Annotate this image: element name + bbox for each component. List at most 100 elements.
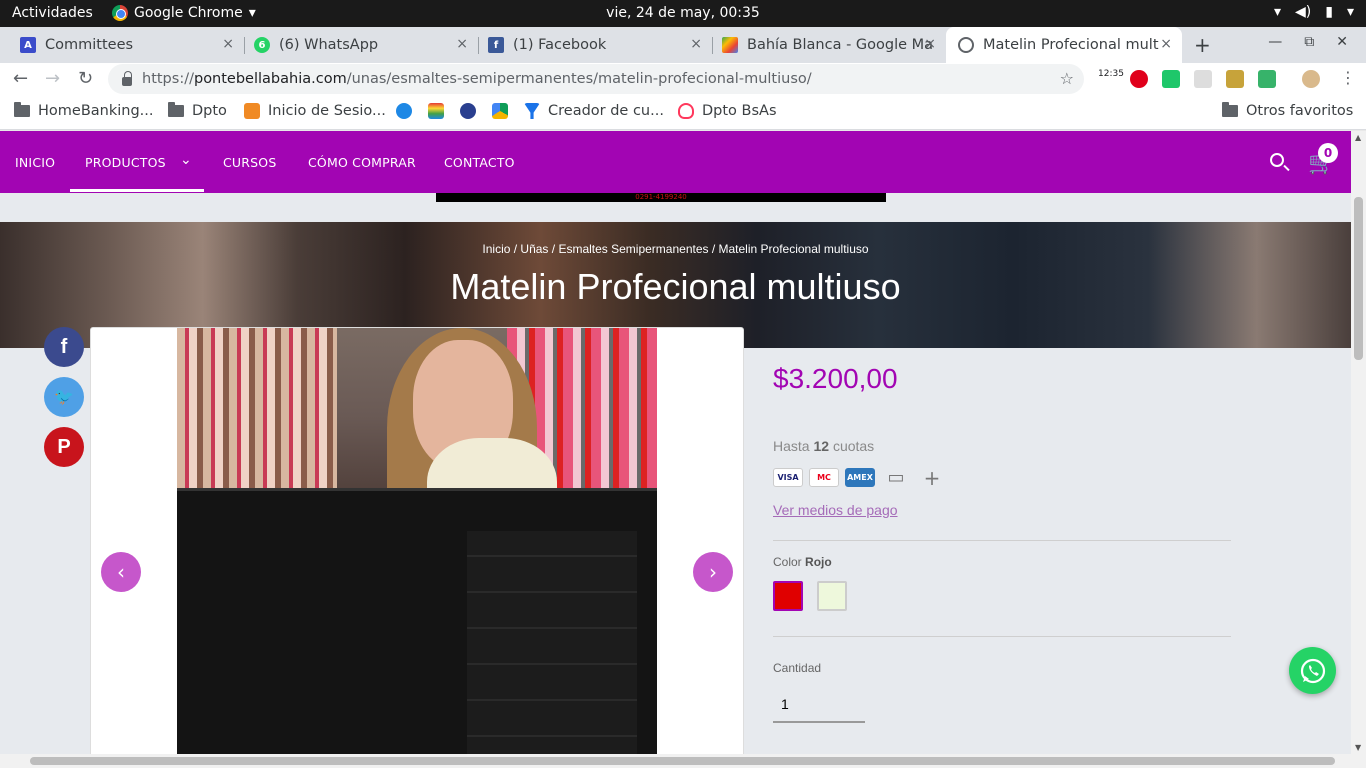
scroll-thumb[interactable] — [1354, 197, 1363, 360]
chevron-down-icon: ▾ — [1346, 4, 1354, 20]
color-selected-value: Rojo — [805, 555, 832, 569]
next-image-button[interactable]: › — [693, 552, 733, 592]
bookmark-dpto[interactable]: Dpto — [168, 102, 227, 119]
tab-matelin[interactable]: Matelin Profecional mult × — [946, 27, 1182, 63]
address-bar[interactable]: https:// pontebellabahia.com /unas/esmal… — [108, 64, 1084, 94]
minimize-icon[interactable]: — — [1268, 34, 1282, 50]
stripes-icon — [428, 103, 444, 119]
product-image[interactable] — [177, 328, 657, 754]
page-title: Matelin Profecional multiuso — [450, 266, 901, 307]
vertical-scrollbar[interactable]: ▲ ▼ — [1351, 131, 1366, 754]
bookmark-label: HomeBanking... — [38, 103, 154, 119]
extension-icon[interactable] — [1162, 70, 1180, 88]
nav-active-underline — [70, 189, 204, 192]
folder-icon — [168, 102, 184, 117]
horizontal-scrollbar[interactable] — [0, 754, 1366, 768]
chevron-left-icon: ‹ — [117, 560, 125, 584]
share-pinterest-button[interactable]: P — [44, 427, 84, 467]
lock-icon — [122, 70, 132, 86]
forward-button[interactable]: → — [45, 68, 60, 89]
extension-icon[interactable] — [1194, 70, 1212, 88]
shield-icon — [396, 103, 412, 119]
color-swatch-rojo[interactable] — [773, 581, 803, 611]
extension-icon[interactable] — [1226, 70, 1244, 88]
close-icon[interactable]: × — [456, 36, 468, 52]
scroll-thumb[interactable] — [30, 757, 1335, 765]
url-scheme: https:// — [142, 71, 194, 87]
close-window-icon[interactable]: ✕ — [1336, 34, 1348, 50]
bookmark-creador[interactable]: Creador de cu... — [524, 103, 664, 119]
pinterest-icon: P — [57, 435, 71, 458]
tab-committees[interactable]: A Committees × — [0, 27, 244, 63]
os-top-bar: Actividades Google Chrome ▾ vie, 24 de m… — [0, 0, 1366, 27]
cart-count-badge: 0 — [1318, 143, 1338, 163]
whatsapp-float-button[interactable] — [1289, 647, 1336, 694]
clock[interactable]: vie, 24 de may, 00:35 — [0, 5, 1366, 21]
search-icon[interactable] — [1270, 153, 1284, 167]
nav-inicio[interactable]: INICIO — [15, 155, 55, 170]
twitter-icon: 🐦 — [54, 389, 74, 406]
share-facebook-button[interactable]: f — [44, 327, 84, 367]
nav-como-comprar[interactable]: CÓMO COMPRAR — [308, 155, 416, 170]
whatsapp-icon: 6 — [254, 37, 270, 53]
volume-icon: ◀) — [1295, 4, 1312, 20]
divider — [773, 636, 1231, 637]
bookmark-cv[interactable] — [396, 103, 412, 119]
system-tray[interactable]: ▾ ◀) ▮ ▾ — [1274, 4, 1354, 20]
payment-methods-link[interactable]: Ver medios de pago — [773, 502, 898, 518]
extension-icon[interactable] — [1258, 70, 1276, 88]
restore-icon[interactable]: ⧉ — [1304, 34, 1314, 50]
nav-cursos[interactable]: CURSOS — [223, 155, 276, 170]
close-icon[interactable]: × — [924, 36, 936, 52]
bookmark-label: Inicio de Sesio... — [268, 103, 386, 119]
bookmark-inicio-sesion[interactable]: Inicio de Sesio... — [244, 103, 386, 119]
bookmark-globe[interactable] — [460, 103, 476, 119]
window-controls: — ⧉ ✕ — [1268, 34, 1348, 50]
close-icon[interactable]: × — [1160, 36, 1172, 52]
banner-strip: 0291-4199240 — [436, 193, 886, 202]
bookmark-drive[interactable] — [492, 103, 508, 119]
adblock-icon[interactable] — [1130, 70, 1148, 88]
folder-icon — [14, 102, 30, 117]
tab-whatsapp[interactable]: 6 (6) WhatsApp × — [234, 27, 478, 63]
clock-extension-icon[interactable]: 12:35 — [1098, 70, 1124, 88]
breadcrumb[interactable]: Inicio / Uñas / Esmaltes Semipermanentes… — [0, 242, 1351, 256]
toolbar: ← → ↻ https:// pontebellabahia.com /unas… — [0, 63, 1366, 95]
nav-label: PRODUCTOS — [85, 155, 166, 170]
scroll-up-icon[interactable]: ▲ — [1355, 133, 1361, 142]
installments-text: Hasta 12 cuotas — [773, 438, 874, 454]
tab-facebook[interactable]: f (1) Facebook × — [468, 27, 712, 63]
maps-icon — [722, 37, 738, 53]
bookmark-stripes[interactable] — [428, 103, 444, 119]
quantity-input[interactable] — [773, 687, 865, 723]
reload-button[interactable]: ↻ — [78, 68, 93, 89]
airbnb-icon — [678, 103, 694, 119]
tab-title: (6) WhatsApp — [279, 37, 379, 53]
credit-card-icon: ▭ — [887, 467, 905, 488]
mastercard-icon: MC — [809, 468, 839, 487]
new-tab-button[interactable]: + — [1194, 33, 1211, 57]
bookmark-otros[interactable]: Otros favoritos — [1222, 102, 1353, 119]
bookmark-dpto-bsas[interactable]: Dpto BsAs — [678, 103, 777, 119]
visa-icon: VISA — [773, 468, 803, 487]
close-icon[interactable]: × — [222, 36, 234, 52]
prev-image-button[interactable]: ‹ — [101, 552, 141, 592]
nav-contacto[interactable]: CONTACTO — [444, 155, 515, 170]
chevron-right-icon: › — [709, 560, 717, 584]
payment-cards: VISA MC AMEX ▭ + — [773, 466, 947, 490]
tab-title: Bahía Blanca - Google Ma — [747, 37, 934, 53]
funnel-icon — [524, 103, 540, 119]
share-twitter-button[interactable]: 🐦 — [44, 377, 84, 417]
avatar[interactable] — [1302, 70, 1320, 88]
tab-google-maps[interactable]: Bahía Blanca - Google Ma × — [702, 27, 946, 63]
star-icon[interactable]: ☆ — [1060, 69, 1074, 88]
menu-icon[interactable]: ⋮ — [1340, 68, 1356, 87]
back-button[interactable]: ← — [13, 68, 28, 89]
url-path: /unas/esmaltes-semipermanentes/matelin-p… — [346, 71, 812, 87]
bookmark-homebanking[interactable]: HomeBanking... — [14, 102, 154, 119]
scroll-down-icon[interactable]: ▼ — [1355, 743, 1361, 752]
nav-productos[interactable]: PRODUCTOS ⌄ — [85, 152, 192, 171]
folder-icon — [1222, 102, 1238, 117]
color-swatch-light[interactable] — [817, 581, 847, 611]
close-icon[interactable]: × — [690, 36, 702, 52]
